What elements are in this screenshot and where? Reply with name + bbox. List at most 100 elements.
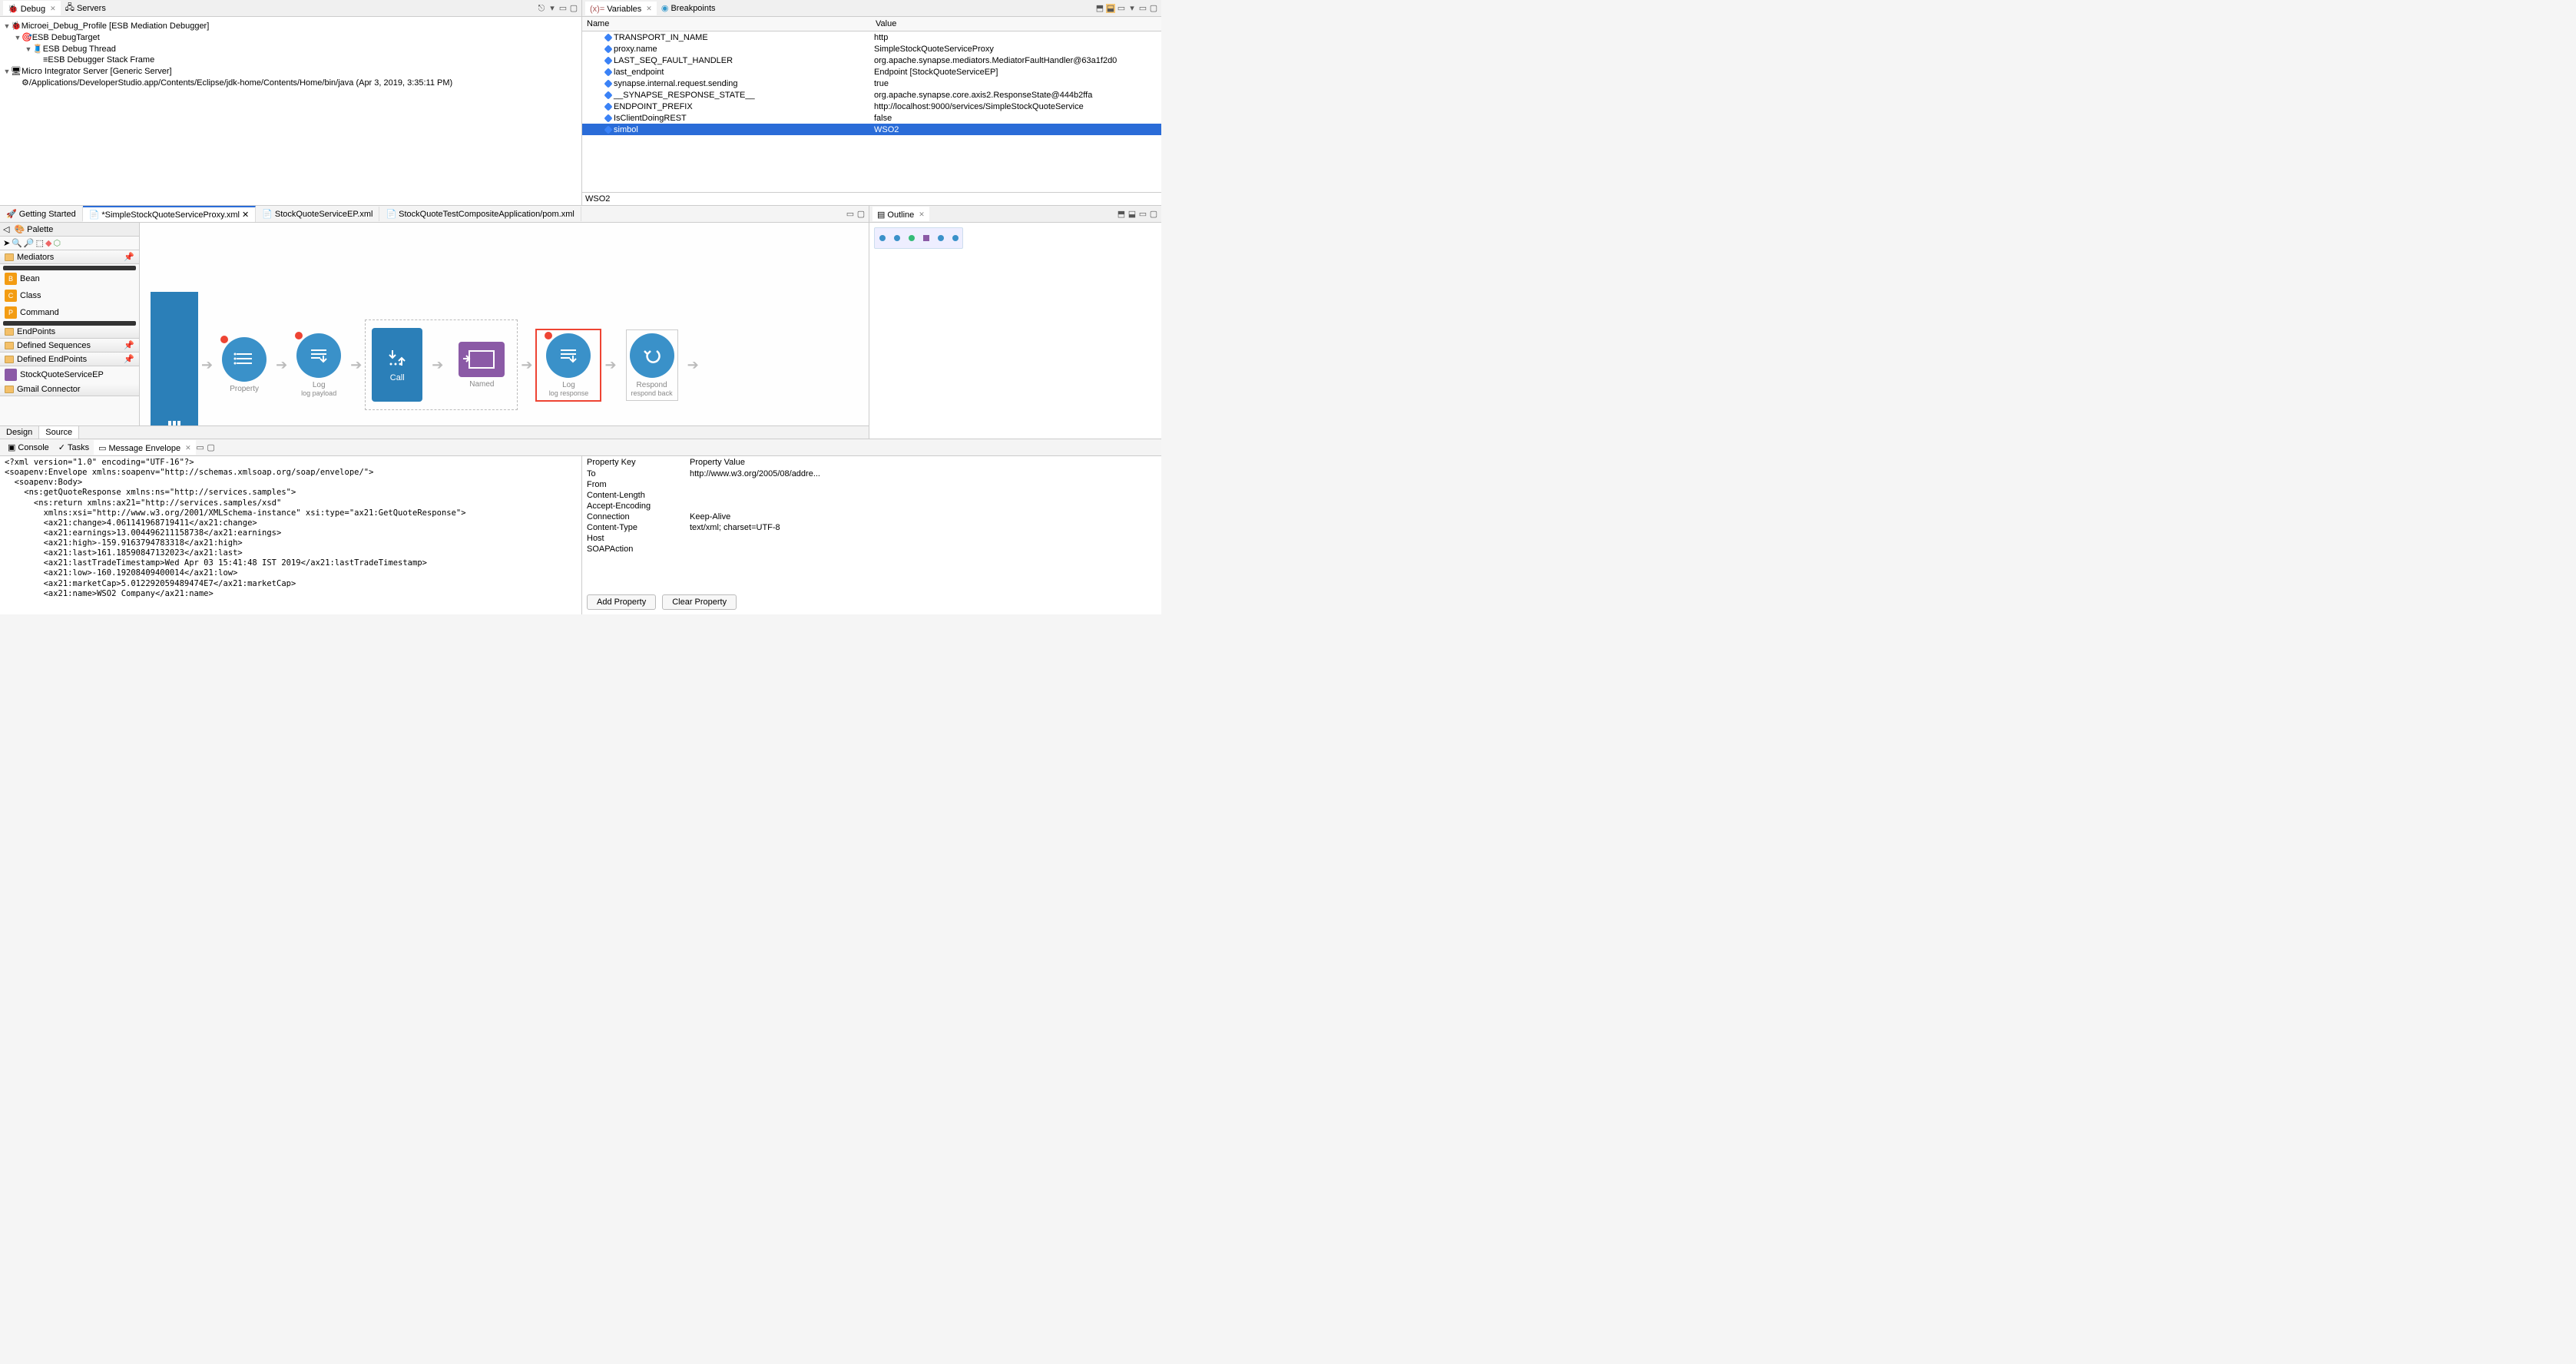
- zoom-in-icon[interactable]: 🔍: [12, 238, 22, 248]
- property-row[interactable]: From: [587, 479, 1157, 490]
- maximize-icon[interactable]: ▢: [1149, 210, 1158, 219]
- palette-group-defep[interactable]: Defined EndPoints 📌: [0, 353, 139, 366]
- outline-view[interactable]: [869, 223, 1161, 253]
- editor-tab[interactable]: 📄StockQuoteTestCompositeApplication/pom.…: [379, 207, 581, 221]
- tab-design[interactable]: Design: [0, 426, 39, 439]
- marquee-icon[interactable]: ⬚: [36, 238, 44, 248]
- palette-item-class[interactable]: C Class: [0, 287, 139, 304]
- minimize-icon[interactable]: ▭: [1138, 210, 1147, 219]
- toolbar-icon[interactable]: ⎋: [537, 4, 546, 13]
- design-canvas[interactable]: ➔ Property ➔ Log log payload: [140, 223, 869, 425]
- clear-property-button[interactable]: Clear Property: [662, 594, 737, 610]
- col-prop-value[interactable]: Property Value: [690, 458, 1161, 467]
- expand-icon[interactable]: ▼: [3, 68, 11, 75]
- property-node[interactable]: Property: [222, 337, 267, 393]
- palette-group-defseq[interactable]: Defined Sequences 📌: [0, 339, 139, 353]
- tool-icon[interactable]: ◆: [45, 238, 51, 248]
- toolbar-icon[interactable]: ⬓: [1106, 4, 1115, 13]
- breakpoint-marker[interactable]: [545, 332, 552, 339]
- col-prop-key[interactable]: Property Key: [582, 458, 690, 467]
- toolbar-icon[interactable]: ⬓: [1127, 210, 1137, 219]
- tab-console[interactable]: ▣ Console: [3, 441, 54, 454]
- select-icon[interactable]: ➤: [3, 238, 10, 248]
- breakpoint-marker[interactable]: [295, 332, 303, 339]
- maximize-icon[interactable]: ▢: [1149, 4, 1158, 13]
- col-value[interactable]: Value: [871, 17, 1161, 31]
- palette-group-endpoints[interactable]: EndPoints: [0, 326, 139, 339]
- property-row[interactable]: Host: [587, 533, 1157, 544]
- close-icon[interactable]: ✕: [242, 210, 249, 220]
- view-menu-icon[interactable]: ▾: [548, 4, 557, 13]
- tree-row[interactable]: ≡ ESB Debugger Stack Frame: [2, 55, 580, 65]
- minimize-icon[interactable]: ▭: [196, 443, 205, 452]
- property-row[interactable]: Accept-Encoding: [587, 501, 1157, 512]
- tab-debug[interactable]: 🐞 Debug ✕: [3, 1, 61, 15]
- expand-icon[interactable]: ▼: [3, 22, 11, 30]
- expand-icon[interactable]: ▼: [14, 34, 22, 41]
- minimize-icon[interactable]: ▭: [558, 4, 568, 13]
- variable-row[interactable]: synapse.internal.request.sendingtrue: [582, 78, 1161, 89]
- tool-icon[interactable]: ⬡: [54, 238, 61, 248]
- back-icon[interactable]: ◁: [3, 224, 9, 234]
- tab-breakpoints[interactable]: ◉ Breakpoints: [657, 2, 720, 15]
- palette-group-mediators[interactable]: Mediators 📌: [0, 250, 139, 264]
- property-row[interactable]: Content-Typetext/xml; charset=UTF-8: [587, 522, 1157, 533]
- outline-thumbnail[interactable]: [874, 227, 963, 249]
- respond-node[interactable]: Respond respond back: [626, 329, 678, 401]
- tab-servers[interactable]: 🖧 Servers: [61, 0, 111, 17]
- maximize-icon[interactable]: ▢: [569, 4, 578, 13]
- tab-source[interactable]: Source: [39, 426, 79, 439]
- toolbar-icon[interactable]: ⬒: [1095, 4, 1104, 13]
- close-icon[interactable]: ✕: [50, 5, 56, 13]
- minimize-icon[interactable]: ▭: [1138, 4, 1147, 13]
- property-row[interactable]: ConnectionKeep-Alive: [587, 512, 1157, 522]
- editor-tab[interactable]: 🚀Getting Started: [0, 207, 83, 221]
- expand-icon[interactable]: ▼: [25, 45, 32, 53]
- tab-message-envelope[interactable]: ▭ Message Envelope ✕: [94, 440, 196, 455]
- named-endpoint-node[interactable]: Named: [459, 342, 505, 389]
- pin-icon[interactable]: 📌: [124, 340, 134, 350]
- tab-outline[interactable]: ▤ Outline ✕: [872, 207, 929, 221]
- pin-icon[interactable]: 📌: [124, 354, 134, 364]
- breakpoint-marker[interactable]: [220, 336, 228, 343]
- tree-row[interactable]: ▼🎯 ESB DebugTarget: [2, 31, 580, 43]
- variable-row[interactable]: LAST_SEQ_FAULT_HANDLERorg.apache.synapse…: [582, 55, 1161, 66]
- palette-item-stockep[interactable]: StockQuoteServiceEP: [0, 366, 139, 383]
- properties-list[interactable]: Tohttp://www.w3.org/2005/08/addre...From…: [582, 468, 1161, 590]
- variable-row[interactable]: proxy.nameSimpleStockQuoteServiceProxy: [582, 43, 1161, 55]
- property-row[interactable]: SOAPAction: [587, 544, 1157, 555]
- variable-row[interactable]: TRANSPORT_IN_NAMEhttp: [582, 31, 1161, 43]
- debug-tree[interactable]: ▼🐞 Microei_Debug_Profile [ESB Mediation …: [0, 17, 581, 205]
- variable-row[interactable]: __SYNAPSE_RESPONSE_STATE__org.apache.syn…: [582, 89, 1161, 101]
- close-icon[interactable]: ✕: [646, 5, 652, 13]
- tab-tasks[interactable]: ✓ Tasks: [54, 441, 94, 454]
- call-node[interactable]: Call: [372, 328, 422, 402]
- minimize-icon[interactable]: ▭: [846, 210, 855, 219]
- tree-row[interactable]: ▼🧵 ESB Debug Thread: [2, 43, 580, 55]
- tree-row[interactable]: ▼🐞 Microei_Debug_Profile [ESB Mediation …: [2, 20, 580, 31]
- palette-group-gmail[interactable]: Gmail Connector: [0, 383, 139, 396]
- property-row[interactable]: Content-Length: [587, 490, 1157, 501]
- maximize-icon[interactable]: ▢: [207, 443, 216, 452]
- toolbar-icon[interactable]: ▭: [1117, 4, 1126, 13]
- log-node[interactable]: Log log payload: [296, 333, 341, 397]
- variables-table[interactable]: TRANSPORT_IN_NAMEhttpproxy.nameSimpleSto…: [582, 31, 1161, 192]
- start-node[interactable]: [151, 292, 198, 425]
- editor-tab[interactable]: 📄StockQuoteServiceEP.xml: [256, 207, 379, 221]
- maximize-icon[interactable]: ▢: [856, 210, 866, 219]
- col-name[interactable]: Name: [582, 17, 871, 31]
- close-icon[interactable]: ✕: [185, 444, 191, 452]
- variable-row[interactable]: IsClientDoingRESTfalse: [582, 112, 1161, 124]
- variable-row[interactable]: ENDPOINT_PREFIXhttp://localhost:9000/ser…: [582, 101, 1161, 112]
- palette-item-bean[interactable]: B Bean: [0, 270, 139, 287]
- tab-variables[interactable]: (x)= Variables ✕: [585, 2, 657, 15]
- view-menu-icon[interactable]: ▾: [1127, 4, 1137, 13]
- zoom-out-icon[interactable]: 🔎: [24, 238, 35, 248]
- add-property-button[interactable]: Add Property: [587, 594, 656, 610]
- palette-item-command[interactable]: P Command: [0, 304, 139, 321]
- call-container[interactable]: Call ➔ Named: [365, 319, 518, 410]
- tree-row[interactable]: ⚙ /Applications/DeveloperStudio.app/Cont…: [2, 77, 580, 88]
- log-node-selected[interactable]: Log log response: [535, 329, 601, 402]
- editor-tab[interactable]: 📄*SimpleStockQuoteServiceProxy.xml✕: [83, 206, 256, 222]
- xml-payload[interactable]: <?xml version="1.0" encoding="UTF-16"?> …: [0, 456, 582, 614]
